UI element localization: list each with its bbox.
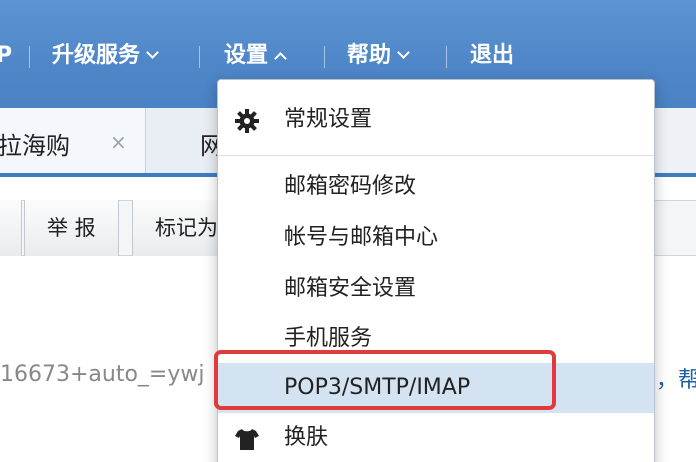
menu-item-label: 换肤 bbox=[284, 425, 329, 450]
nav-upgrade-service[interactable]: 升级服务 bbox=[52, 38, 159, 74]
highlight-annotation-box bbox=[214, 350, 556, 410]
tshirt-icon bbox=[235, 429, 259, 450]
nav-partial-item[interactable]: P bbox=[0, 38, 12, 74]
tab-label: 拉海购 bbox=[0, 132, 70, 160]
close-icon[interactable]: × bbox=[110, 130, 127, 154]
nav-separator bbox=[446, 46, 447, 68]
menu-item-label: 常规设置 bbox=[284, 107, 373, 132]
nav-separator bbox=[29, 46, 30, 68]
nav-help-label: 帮助 bbox=[347, 43, 392, 68]
chevron-down-icon bbox=[397, 46, 410, 59]
nav-settings[interactable]: 设置 bbox=[224, 38, 287, 74]
nav-separator bbox=[199, 46, 200, 68]
help-link[interactable]: ，帮 bbox=[656, 362, 696, 394]
report-button[interactable]: 举 报 bbox=[24, 200, 119, 256]
nav-logout[interactable]: 退出 bbox=[470, 38, 514, 74]
toolbar-button-partial[interactable] bbox=[0, 200, 22, 256]
mail-app: P 升级服务 设置 帮助 退出 拉海购 × 网 举 报 标记为 16673+au… bbox=[0, 0, 696, 462]
chevron-up-icon bbox=[274, 52, 287, 65]
menu-item-account-center[interactable]: 帐号与邮箱中心 bbox=[218, 213, 654, 263]
menu-item-security-settings[interactable]: 邮箱安全设置 bbox=[218, 264, 654, 314]
nav-help[interactable]: 帮助 bbox=[347, 38, 410, 74]
chevron-down-icon bbox=[146, 46, 159, 59]
gear-icon bbox=[235, 109, 259, 133]
menu-item-general-settings[interactable]: 常规设置 bbox=[218, 95, 654, 145]
nav-separator bbox=[324, 46, 325, 68]
menu-item-skin[interactable]: 换肤 bbox=[218, 413, 654, 462]
mail-text-fragment: 16673+auto_=ywj bbox=[0, 362, 205, 387]
menu-item-change-password[interactable]: 邮箱密码修改 bbox=[218, 162, 654, 212]
menu-divider bbox=[218, 155, 654, 156]
nav-upgrade-label: 升级服务 bbox=[52, 43, 141, 68]
nav-settings-label: 设置 bbox=[224, 43, 269, 68]
